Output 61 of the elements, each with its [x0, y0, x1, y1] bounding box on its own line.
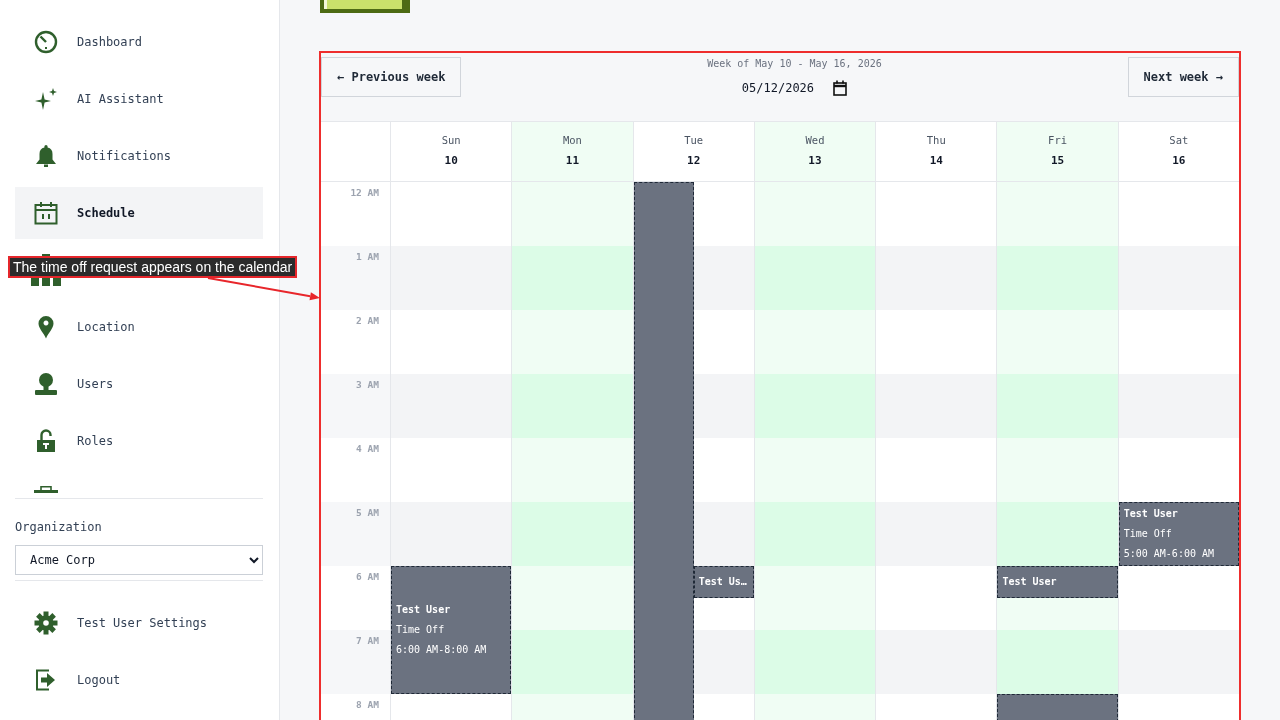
user-icon: [34, 372, 58, 396]
day-name: Tue: [684, 134, 704, 147]
week-label: Week of May 10 - May 16, 2026: [707, 58, 882, 70]
day-date: 14: [929, 154, 943, 167]
organization-select[interactable]: Acme Corp: [15, 545, 263, 575]
hour-label: 3 AM: [356, 379, 379, 391]
hour-label: 1 AM: [356, 251, 379, 263]
time-off-event[interactable]: Test User Time Off 6:00 AM-8:00 AM: [391, 566, 512, 694]
nav-item[interactable]: Roles: [15, 415, 263, 467]
nav-item[interactable]: AI Assistant: [15, 73, 263, 125]
day-name: Mon: [562, 134, 582, 147]
time-off-event[interactable]: Test User Time Off 5:00 AM-6:00 AM: [1118, 502, 1239, 566]
nav-item[interactable]: Notifications: [15, 130, 263, 182]
nav-item[interactable]: Users: [15, 358, 263, 410]
settings-icon: [34, 611, 58, 635]
event-time: 5:00 AM-6:00 AM: [1123, 547, 1214, 561]
day-name: Fri: [1048, 134, 1068, 147]
hour-label: 8 AM: [356, 699, 379, 711]
clipped-icon[interactable]: [34, 486, 58, 493]
day-date: 11: [565, 154, 580, 167]
account-item[interactable]: Test User Settings: [15, 597, 263, 649]
day-date: 10: [444, 154, 458, 167]
calendar-icon[interactable]: [833, 80, 848, 96]
date-field[interactable]: 05/12/2026: [741, 80, 848, 96]
previous-week-button[interactable]: ← Previous week: [321, 57, 462, 97]
time-off-event[interactable]: Test Us…: [693, 566, 754, 598]
day-name: Thu: [926, 134, 946, 147]
gauge-icon: [34, 30, 58, 54]
event-time: 6:00 AM-8:00 AM: [396, 643, 487, 657]
padlock-icon: [34, 429, 58, 453]
hour-label: 7 AM: [356, 635, 379, 647]
day-date: 16: [1172, 154, 1186, 167]
time-off-event[interactable]: Test User: [997, 566, 1118, 598]
day-date: 13: [808, 154, 822, 167]
hour-label: 2 AM: [356, 315, 379, 327]
calendar-icon: [34, 201, 58, 225]
button-bottom-edge[interactable]: [320, 0, 410, 13]
event-title: Test Us…: [698, 575, 747, 589]
callout-label: The time off request appears on the calendar: [8, 256, 298, 278]
event-type: Time Off: [1123, 527, 1172, 541]
event-type: Time Off: [396, 623, 445, 637]
day-name: Sun: [441, 134, 461, 147]
field-label: Organization: [15, 519, 102, 535]
hour-label: 6 AM: [356, 571, 379, 583]
day-name: Wed: [805, 134, 825, 147]
day-name: Sat: [1169, 134, 1189, 147]
day-date: 12: [687, 154, 701, 167]
hour-label: 5 AM: [356, 507, 379, 519]
nav-item[interactable]: Schedule: [15, 187, 263, 239]
nav-item[interactable]: Dashboard: [15, 16, 263, 68]
sparkle-icon: [34, 87, 58, 111]
event-title: Test User: [1123, 507, 1178, 521]
hour-label: 4 AM: [356, 443, 379, 455]
event-title: Test User: [1002, 575, 1057, 589]
hour-label: 12 AM: [350, 187, 379, 199]
bell-icon: [34, 144, 58, 168]
day-date: 15: [1050, 154, 1065, 167]
account-item[interactable]: Logout: [15, 654, 263, 706]
event-title: Test User: [396, 603, 451, 617]
nav-item[interactable]: Location: [15, 301, 263, 353]
next-week-button[interactable]: Next week →: [1127, 57, 1239, 97]
